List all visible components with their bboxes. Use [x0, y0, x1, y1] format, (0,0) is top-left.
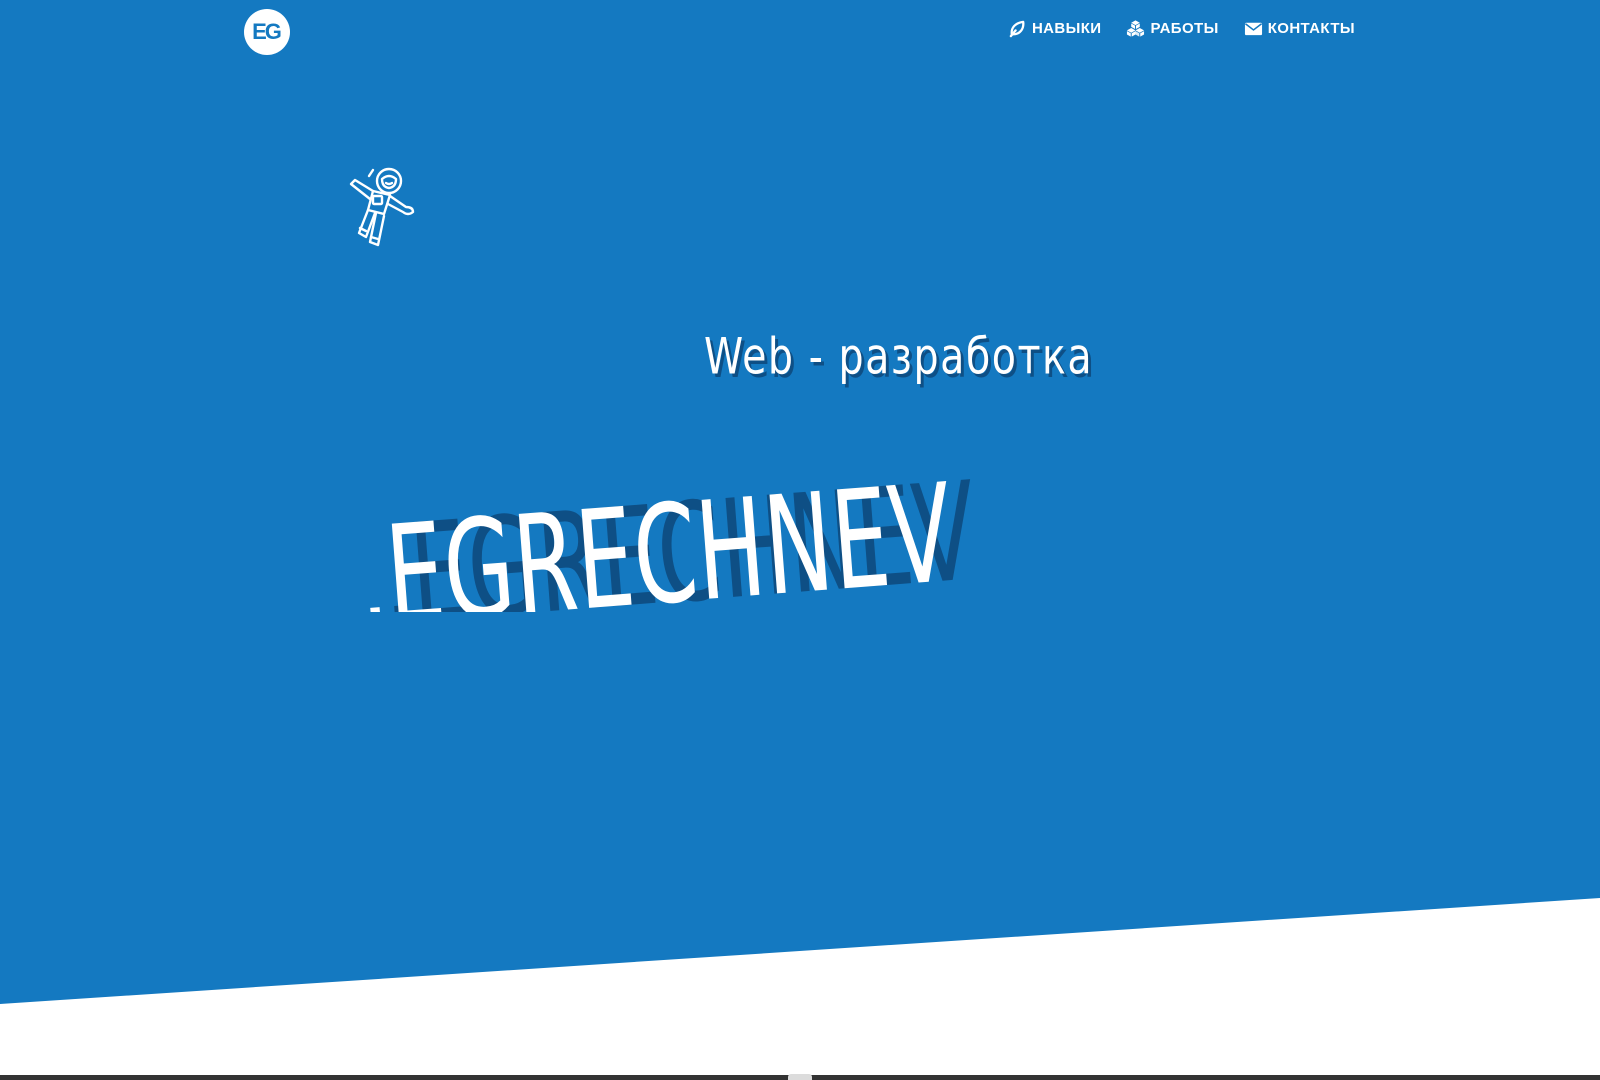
cubes-icon [1126, 19, 1145, 38]
nav-item-contacts[interactable]: КОНТАКТЫ [1244, 19, 1355, 38]
envelope-icon [1244, 19, 1263, 38]
nav-label-works: РАБОТЫ [1150, 20, 1219, 37]
logo-link[interactable]: EG [244, 9, 290, 55]
nav-label-contacts: КОНТАКТЫ [1267, 20, 1355, 37]
logo-text: EG [252, 19, 282, 44]
leaf-icon [1008, 19, 1027, 38]
hero-subtitle: Web - разработка [704, 328, 1094, 387]
nav-item-works[interactable]: РАБОТЫ [1126, 19, 1218, 38]
brand-name-text: .EGRECHNEV [355, 455, 957, 612]
nav-label-skills: НАВЫКИ [1031, 20, 1102, 37]
brand-name: .EGRECHNEV .EGRECHNEV [355, 453, 981, 612]
main-nav: НАВЫКИ РАБОТЫ КОНТАКТЫ [1008, 19, 1355, 38]
scroll-indicator[interactable] [788, 1074, 812, 1080]
page: EG НАВЫКИ РАБОТЫ КОНТАКТЫ Web - разработ… [0, 0, 1600, 1080]
site-header: EG НАВЫКИ РАБОТЫ КОНТАКТЫ [0, 0, 1600, 62]
astronaut-icon [349, 167, 415, 247]
nav-item-skills[interactable]: НАВЫКИ [1008, 19, 1102, 38]
